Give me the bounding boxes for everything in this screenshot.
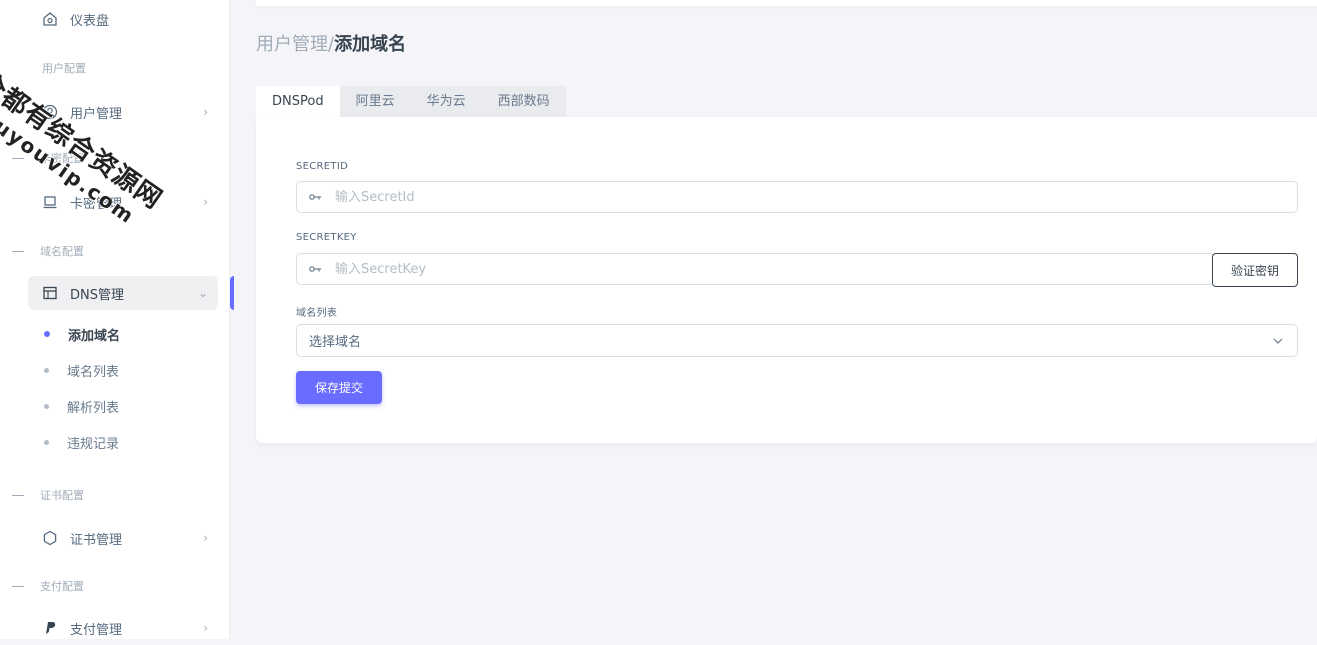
sidebar-item-pay-management[interactable]: 支付管理 › <box>28 611 218 645</box>
section-label: 证书配置 <box>40 489 84 502</box>
sidebar-item-label: 支付管理 <box>70 622 123 638</box>
sidebar-item-label: 用户管理 <box>70 106 123 122</box>
hexagon-icon <box>42 530 58 546</box>
secret-id-input[interactable] <box>333 182 1297 212</box>
domain-select-value: 选择域名 <box>309 335 362 350</box>
secret-key-field[interactable] <box>296 253 1214 285</box>
section-label: 用户配置 <box>42 62 86 75</box>
tab-dnspod[interactable]: DNSPod <box>256 86 340 117</box>
domain-select[interactable]: 选择域名 <box>296 324 1298 357</box>
save-submit-button[interactable]: 保存提交 <box>296 371 382 404</box>
sidebar-subitem-resolve-list[interactable]: 解析列表 <box>44 395 119 417</box>
bullet-icon <box>44 367 49 373</box>
breadcrumb-parent: 用户管理/ <box>256 34 335 55</box>
divider <box>12 494 24 496</box>
bullet-icon <box>44 331 50 337</box>
chevron-right-icon: › <box>203 105 208 119</box>
paypal-icon <box>42 620 58 636</box>
sidebar: 仪表盘 用户配置 用户管理 › 卡密配置 卡密管理 › 域名配置 DNS管理 ⌄… <box>0 0 234 639</box>
section-label: 卡密配置 <box>40 152 84 165</box>
sidebar-item-cert-management[interactable]: 证书管理 › <box>28 521 218 555</box>
sidebar-subitem-add-domain[interactable]: 添加域名 <box>44 323 120 345</box>
verify-key-button[interactable]: 验证密钥 <box>1212 253 1298 287</box>
key-icon <box>309 264 323 274</box>
section-label: 域名配置 <box>40 245 84 258</box>
chevron-right-icon: › <box>203 195 208 209</box>
tab-west-digital[interactable]: 西部数码 <box>481 86 566 117</box>
laptop-icon <box>42 194 58 210</box>
user-circle-icon <box>42 104 58 120</box>
sidebar-item-label: 仪表盘 <box>70 13 110 29</box>
secret-id-field[interactable] <box>296 181 1298 213</box>
page-title: 用户管理/添加域名 <box>256 30 406 56</box>
tab-aliyun[interactable]: 阿里云 <box>339 86 411 117</box>
provider-tabs: DNSPod 阿里云 华为云 西部数码 <box>256 86 566 117</box>
sidebar-subitem-violation-records[interactable]: 违规记录 <box>44 431 119 453</box>
subitem-label: 违规记录 <box>67 436 120 452</box>
sidebar-item-dashboard[interactable]: 仪表盘 <box>28 2 218 36</box>
section-pay-config: 支付配置 <box>12 576 84 596</box>
section-cert-config: 证书配置 <box>12 485 84 505</box>
section-domain-config: 域名配置 <box>12 241 84 261</box>
chevron-down-icon <box>1273 338 1283 344</box>
divider <box>12 157 24 159</box>
sidebar-item-label: DNS管理 <box>70 287 124 303</box>
subitem-label: 解析列表 <box>67 400 120 416</box>
divider <box>12 585 24 587</box>
secret-key-label: SECRETKEY <box>296 232 357 243</box>
sidebar-item-card-management[interactable]: 卡密管理 › <box>28 185 218 219</box>
subitem-label: 域名列表 <box>67 364 120 380</box>
home-icon <box>42 11 58 27</box>
bullet-icon <box>44 439 49 445</box>
navbar-strip <box>256 0 1317 6</box>
breadcrumb-current: 添加域名 <box>334 34 407 55</box>
section-label: 支付配置 <box>40 580 84 593</box>
section-user-config: 用户配置 <box>42 58 86 78</box>
sidebar-item-label: 卡密管理 <box>70 196 123 212</box>
sidebar-item-user-management[interactable]: 用户管理 › <box>28 95 218 129</box>
sidebar-item-label: 证书管理 <box>70 532 123 548</box>
tab-huaweicloud[interactable]: 华为云 <box>410 86 482 117</box>
browser-window-icon <box>42 285 58 301</box>
section-card-config: 卡密配置 <box>12 148 84 168</box>
domain-list-label: 域名列表 <box>296 308 338 319</box>
chevron-down-icon: ⌄ <box>197 286 208 300</box>
secret-id-label: SECRETID <box>296 161 349 172</box>
divider <box>12 250 24 252</box>
subitem-label: 添加域名 <box>68 328 121 344</box>
key-icon <box>309 192 323 202</box>
chevron-right-icon: › <box>203 621 208 635</box>
chevron-right-icon: › <box>203 531 208 545</box>
sidebar-subitem-domain-list[interactable]: 域名列表 <box>44 359 119 381</box>
form-card: SECRETID SECRETKEY 验证密钥 域名列表 选择域名 保存提交 <box>256 117 1317 443</box>
active-indicator <box>230 276 234 310</box>
bullet-icon <box>44 403 49 409</box>
sidebar-item-dns-management[interactable]: DNS管理 ⌄ <box>28 276 218 310</box>
secret-key-input[interactable] <box>333 254 1213 284</box>
